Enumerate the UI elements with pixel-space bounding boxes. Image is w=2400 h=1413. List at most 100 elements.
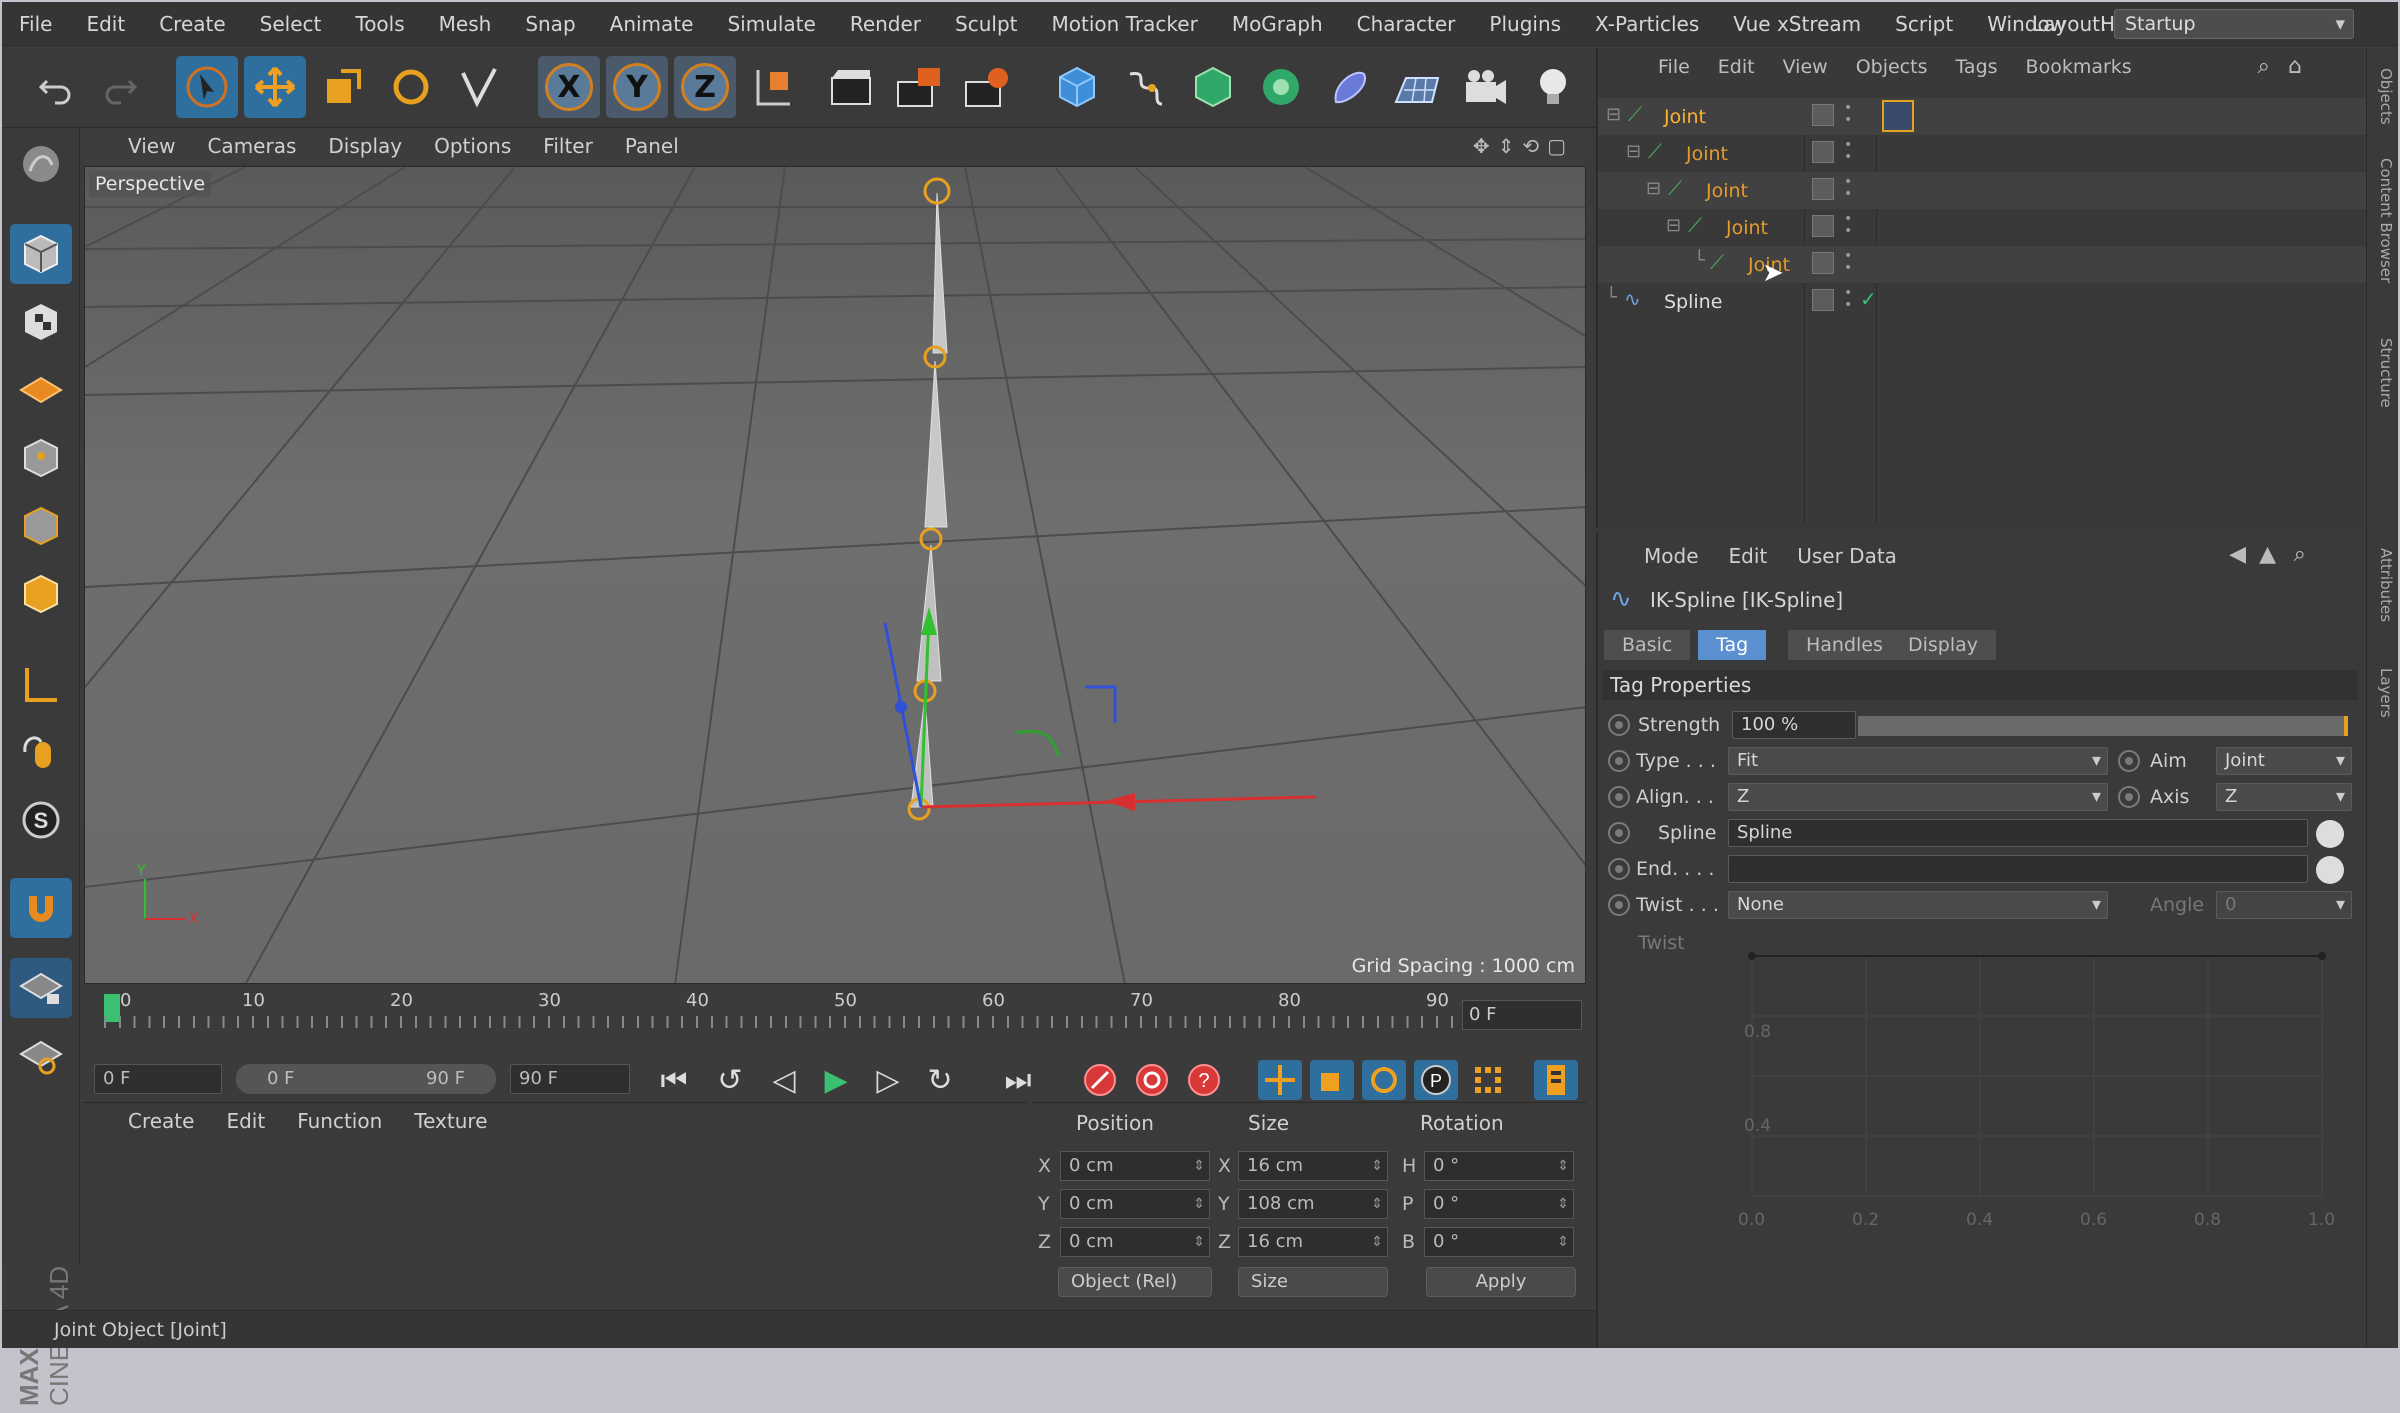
menu-motion-tracker[interactable]: Motion Tracker [1035,12,1215,36]
viewport-navigation-icons[interactable]: ✥⇕⟲▢ [1473,134,1574,158]
menu-mesh[interactable]: Mesh [422,12,509,36]
om-row-joint-3[interactable]: ⊟ ⟋ Joint • • [1598,209,2368,246]
viewport-menu-filter[interactable]: Filter [527,134,609,158]
menu-character[interactable]: Character [1340,12,1473,36]
visibility-toggle[interactable] [1812,104,1834,126]
back-arrow-icon[interactable]: ◀ [2229,542,2246,567]
go-to-end-icon[interactable]: ⏭ [996,1060,1040,1100]
render-picture-viewer-icon[interactable] [888,56,950,118]
collapse-icon[interactable]: ⊟ [1626,141,1641,162]
deformer-icon[interactable] [1318,56,1380,118]
viewport-label[interactable]: Perspective [89,171,212,197]
menu-script[interactable]: Script [1878,12,1970,36]
menu-file[interactable]: File [2,12,69,36]
aim-animate-toggle[interactable] [2118,750,2140,772]
aim-dropdown[interactable]: Joint [2216,747,2352,775]
render-dots[interactable]: • • [1844,138,1852,164]
size-z-field[interactable]: 16 cm [1238,1227,1388,1257]
attr-menu-edit[interactable]: Edit [1729,544,1798,568]
key-rotation-icon[interactable] [1362,1060,1406,1100]
key-position-icon[interactable] [1258,1060,1302,1100]
menu-sculpt[interactable]: Sculpt [938,12,1034,36]
spline-link-field[interactable]: Spline [1728,819,2308,847]
strength-slider[interactable] [1858,716,2348,736]
x-axis-lock-button[interactable]: X [538,56,600,118]
y-axis-lock-button[interactable]: Y [606,56,668,118]
current-frame-field[interactable]: 0 F [1462,1000,1582,1030]
keyframe-selection-icon[interactable]: ? [1182,1060,1226,1100]
points-mode-icon[interactable] [10,428,72,488]
visibility-toggle[interactable] [1812,141,1834,163]
viewport-menu-panel[interactable]: Panel [609,134,695,158]
redo-icon[interactable] [90,56,152,118]
om-row-joint-4[interactable]: └ ⟋ Joint ➤ • • [1598,246,2368,288]
position-z-field[interactable]: 0 cm [1060,1227,1210,1257]
menu-animate[interactable]: Animate [593,12,711,36]
menu-simulate[interactable]: Simulate [710,12,832,36]
search-icon[interactable]: ⌕ [2258,54,2270,79]
object-name[interactable]: Joint [1726,217,1768,239]
end-frame-field[interactable]: 90 F [510,1064,630,1094]
rotate-tool-icon[interactable] [380,56,442,118]
model-mode-icon[interactable] [10,224,72,284]
collapse-icon[interactable]: ⊟ [1606,104,1621,125]
object-name[interactable]: Joint [1706,180,1748,202]
end-link-field[interactable] [1728,855,2308,883]
tab-tag[interactable]: Tag [1698,630,1767,660]
viewport-menu-cameras[interactable]: Cameras [191,134,312,158]
tab-handles[interactable]: Handles [1788,630,1901,660]
home-icon[interactable]: ⌂ [2288,54,2302,79]
spline-animate-toggle[interactable] [1608,822,1630,844]
menu-x-particles[interactable]: X-Particles [1578,12,1716,36]
perspective-viewport[interactable]: Perspective Y X Grid Spacing : 1000 cm [84,166,1586,984]
material-menu-create[interactable]: Create [112,1109,210,1133]
camera-icon[interactable] [1454,56,1516,118]
menu-snap[interactable]: Snap [508,12,592,36]
type-dropdown[interactable]: Fit [1728,747,2108,775]
visibility-toggle[interactable] [1812,289,1834,311]
planar-workplane-icon[interactable] [10,1026,72,1086]
make-editable-icon[interactable] [10,134,72,194]
timeline-ruler[interactable]: 0 10 20 30 40 50 60 70 80 90 0 F [82,986,1586,1048]
angle-field[interactable]: 0 [2216,891,2352,919]
om-row-joint-root[interactable]: ⊟ ⟋ Joint • • [1598,98,2368,135]
om-menu-objects[interactable]: Objects [1842,56,1942,78]
magnet-icon[interactable] [10,878,72,938]
collapse-icon[interactable]: ⊟ [1666,215,1681,236]
align-animate-toggle[interactable] [1608,786,1630,808]
joint-chain[interactable] [907,177,951,821]
render-dots[interactable]: • • [1844,286,1852,312]
strength-animate-toggle[interactable] [1608,714,1630,736]
side-tab-objects[interactable]: Objects [2371,68,2395,125]
attr-menu-user-data[interactable]: User Data [1797,544,1927,568]
menu-plugins[interactable]: Plugins [1472,12,1578,36]
attr-menu-mode[interactable]: Mode [1644,544,1729,568]
visibility-toggle[interactable] [1812,178,1834,200]
twist-curve-graph[interactable]: 0.8 0.4 0.0 0.2 0.4 0.6 0.8 1.0 [1724,936,2354,1276]
render-dots[interactable]: • • [1844,101,1852,127]
side-tab-layers[interactable]: Layers [2371,668,2395,718]
tab-basic[interactable]: Basic [1604,630,1691,660]
z-axis-lock-button[interactable]: Z [674,56,736,118]
rotation-p-field[interactable]: 0 ° [1424,1189,1574,1219]
rotation-h-field[interactable]: 0 ° [1424,1151,1574,1181]
menu-create[interactable]: Create [142,12,242,36]
render-dots[interactable]: • • [1844,249,1852,275]
menu-select[interactable]: Select [243,12,339,36]
om-row-spline[interactable]: └ ∿ Spline • • ✓ [1598,283,2368,320]
object-name[interactable]: Spline [1664,291,1722,313]
material-menu-function[interactable]: Function [281,1109,398,1133]
play-icon[interactable]: ▶ [814,1060,858,1100]
axis-animate-toggle[interactable] [2118,786,2140,808]
key-parameter-icon[interactable]: P [1414,1060,1458,1100]
key-point-level-icon[interactable] [1466,1060,1510,1100]
om-menu-bookmarks[interactable]: Bookmarks [2012,56,2146,78]
cube-primitive-icon[interactable] [1046,56,1108,118]
coordinate-system-icon[interactable] [742,56,804,118]
viewport-menu-options[interactable]: Options [418,134,527,158]
spline-pick-icon[interactable] [2316,820,2344,848]
om-row-joint-1[interactable]: ⊟ ⟋ Joint • • [1598,135,2368,172]
rotation-b-field[interactable]: 0 ° [1424,1227,1574,1257]
move-tool-icon[interactable] [244,56,306,118]
size-mode-dropdown[interactable]: Size [1238,1267,1388,1297]
